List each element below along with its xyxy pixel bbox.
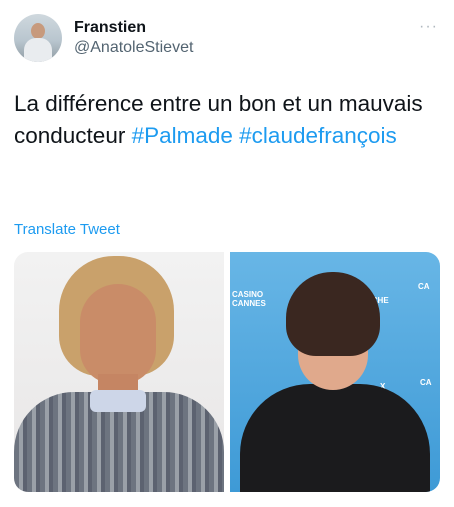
right-portrait-hair xyxy=(286,272,380,356)
tweet-media[interactable]: CASINO CANNES UCHE CA X CA xyxy=(14,252,440,492)
sign-casino: CASINO CANNES xyxy=(232,290,266,308)
right-portrait-tshirt xyxy=(240,384,430,492)
sign-ca-2: CA xyxy=(420,378,432,387)
photo-left[interactable] xyxy=(14,252,224,492)
author-handle[interactable]: @AnatoleStievet xyxy=(74,38,193,58)
author-display-name[interactable]: Franstien xyxy=(74,18,193,38)
sign-cannes-text: CANNES xyxy=(232,299,266,308)
tweet-header: Franstien @AnatoleStievet ··· xyxy=(14,14,442,64)
left-portrait-face xyxy=(80,284,156,384)
author-names: Franstien @AnatoleStievet xyxy=(74,18,193,58)
sign-casino-text: CASINO xyxy=(232,290,264,299)
tweet-text: La différence entre un bon et un mauvais… xyxy=(14,88,434,152)
hashtag-claudefrancois[interactable]: #claudefrançois xyxy=(239,123,397,148)
left-portrait-collar xyxy=(90,390,146,412)
more-options-icon[interactable]: ··· xyxy=(419,18,438,36)
avatar[interactable] xyxy=(14,14,62,62)
translate-tweet-link[interactable]: Translate Tweet xyxy=(14,221,120,238)
photo-right[interactable]: CASINO CANNES UCHE CA X CA xyxy=(230,252,440,492)
sign-ca: CA xyxy=(418,282,430,291)
avatar-figure-head xyxy=(31,23,45,39)
hashtag-palmade[interactable]: #Palmade xyxy=(132,123,233,148)
avatar-figure-body xyxy=(24,38,52,62)
